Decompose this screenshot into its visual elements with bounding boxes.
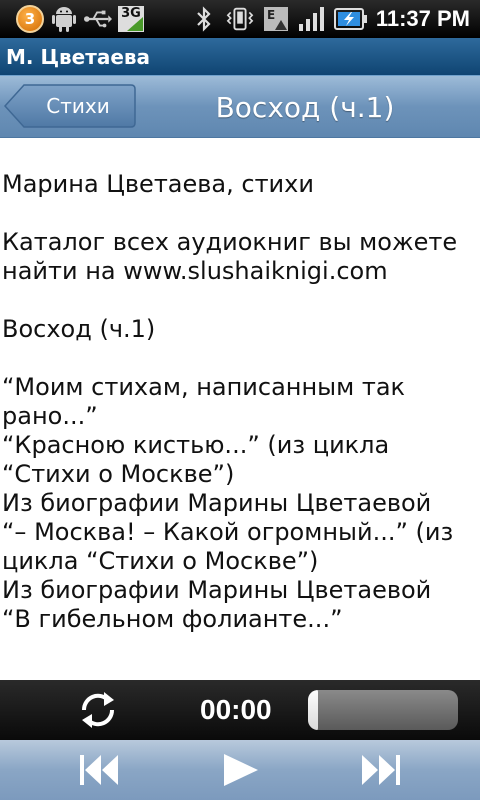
repeat-button[interactable] (74, 688, 122, 732)
3g-icon: 3G (118, 6, 144, 32)
text-line: рано...” (2, 402, 98, 430)
bluetooth-icon (190, 5, 218, 33)
text-line: найти на www.slushaiknigi.com (2, 257, 388, 285)
usb-icon (84, 5, 112, 33)
repeat-icon (81, 692, 115, 728)
text-line: Марина Цветаева, стихи (2, 170, 314, 198)
status-bar: 3 3G E 11:37 PM (0, 0, 480, 38)
text-line: “Стихи о Москве”) (2, 460, 235, 488)
text-line: Из биографии Марины Цветаевой (2, 489, 432, 517)
paragraph: Восход (ч.1) (2, 315, 478, 344)
back-button-label: Стихи (46, 94, 110, 118)
playback-controls (0, 740, 480, 800)
rewind-button[interactable] (76, 750, 124, 790)
clock: 11:37 PM (375, 6, 470, 31)
text-line: Из биографии Марины Цветаевой (2, 576, 432, 604)
navigation-bar: Стихи Восход (ч.1) (0, 76, 480, 138)
signal-icon (298, 5, 326, 33)
progress-thumb[interactable] (308, 690, 318, 730)
text-line: цикла “Стихи о Москве”) (2, 547, 319, 575)
text-line: “Моим стихам, написанным так (2, 373, 406, 401)
android-icon (50, 5, 78, 33)
battery-charging-icon (333, 5, 368, 33)
text-line: “– Москва! – Какой огромный...” (из (2, 518, 454, 546)
text-line: Восход (ч.1) (2, 315, 156, 343)
paragraph: Каталог всех аудиокниг вы можете найти на… (2, 228, 478, 286)
rewind-icon (80, 755, 118, 785)
forward-button[interactable] (356, 750, 404, 790)
back-button[interactable]: Стихи (4, 84, 136, 128)
book-description: Марина Цветаева, стихи Каталог всех аудио… (0, 138, 480, 680)
text-line: “Красною кистью...” (из цикла (2, 431, 390, 459)
fast-forward-icon (362, 755, 400, 785)
play-icon (224, 754, 258, 786)
edge-icon: E (262, 5, 290, 33)
app-title: М. Цветаева (6, 44, 151, 69)
playback-time: 00:00 (200, 694, 272, 725)
edge-letter: E (267, 8, 275, 22)
text-line: Каталог всех аудиокниг вы можете (2, 228, 458, 256)
notification-badge[interactable]: 3 (16, 5, 44, 33)
player-bar: 00:00 (0, 680, 480, 740)
paragraph: “Моим стихам, написанным так рано...” “Кра… (2, 373, 478, 634)
page-title: Восход (ч.1) (215, 90, 395, 124)
app-title-bar: М. Цветаева (0, 38, 480, 76)
text-line: “В гибельном фолианте...” (2, 605, 343, 633)
vibrate-icon (226, 5, 254, 33)
progress-slider[interactable] (308, 690, 458, 730)
play-button[interactable] (216, 750, 264, 790)
paragraph: Марина Цветаева, стихи (2, 170, 478, 199)
